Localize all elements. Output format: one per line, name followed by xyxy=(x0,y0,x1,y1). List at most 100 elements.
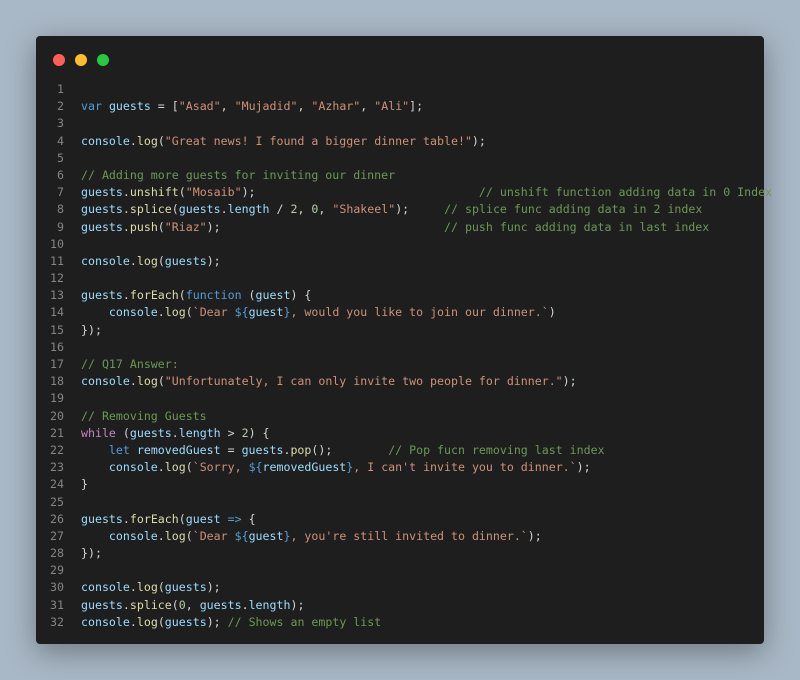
line-source: // Adding more guests for inviting our d… xyxy=(81,167,395,184)
code-token: ( xyxy=(157,614,165,629)
code-token: log xyxy=(164,460,186,475)
line-number: 18 xyxy=(50,374,64,389)
code-token: guests xyxy=(164,614,207,629)
code-token: ( xyxy=(157,580,165,595)
code-token: ); xyxy=(206,580,221,595)
code-token: ); xyxy=(562,374,577,389)
code-token: log xyxy=(136,580,158,595)
code-token: ( xyxy=(178,511,186,526)
code-token: . xyxy=(122,511,130,526)
line-number: 23 xyxy=(50,460,64,475)
code-token: ); xyxy=(290,597,305,612)
code-token: guests xyxy=(81,185,123,200)
code-token: console xyxy=(108,305,158,320)
code-token: guests xyxy=(164,253,207,268)
minimize-dot-icon[interactable] xyxy=(75,54,87,66)
code-line: 12 xyxy=(36,270,764,287)
code-token: ); xyxy=(241,185,479,200)
code-token: log xyxy=(136,253,158,268)
code-line: 13 guests.forEach(function (guest) { xyxy=(36,287,764,304)
line-number: 28 xyxy=(50,546,64,561)
line-number: 8 xyxy=(57,202,64,217)
code-token: ( xyxy=(115,425,130,440)
code-line: 32 console.log(guests); // Shows an empty… xyxy=(36,614,764,631)
code-token: ( xyxy=(185,528,193,543)
line-number: 13 xyxy=(50,288,64,303)
code-token: guests xyxy=(129,425,172,440)
line-number: 7 xyxy=(57,185,64,200)
line-source: guests.unshift("Mosaib"); // unshift fun… xyxy=(81,184,772,201)
line-number: 27 xyxy=(50,528,64,543)
code-token: // Pop fucn removing last index xyxy=(388,442,605,457)
line-number: 22 xyxy=(50,442,64,457)
code-token: ( xyxy=(171,202,179,217)
code-token: . xyxy=(122,288,130,303)
code-token: guests xyxy=(241,442,284,457)
line-number: 15 xyxy=(50,322,64,337)
line-number: 1 xyxy=(57,82,64,96)
code-token: // Q17 Answer: xyxy=(81,357,179,371)
line-source: console.log(guests); xyxy=(81,579,221,596)
line-number: 14 xyxy=(50,305,64,320)
code-line: 4 console.log("Great news! I found a bigg… xyxy=(36,133,764,150)
line-source: console.log(`Sorry, ${removedGuest}, I c… xyxy=(81,459,591,476)
code-token: log xyxy=(136,614,158,629)
code-line: 8 guests.splice(guests.length / 2, 0, "Sh… xyxy=(36,201,764,218)
line-number: 12 xyxy=(50,271,64,286)
code-token: console xyxy=(108,460,158,475)
code-token: , you're still invited to dinner.` xyxy=(290,528,528,543)
code-token: { xyxy=(241,511,256,526)
code-token: ( xyxy=(157,374,165,389)
code-token: ); xyxy=(206,253,221,268)
code-token: > xyxy=(220,425,242,440)
code-token: , xyxy=(185,597,200,612)
code-line: 10 xyxy=(36,236,764,253)
line-source: guests.push("Riaz"); // push func adding… xyxy=(81,219,709,236)
line-source: console.log(`Dear ${guest}, you're still… xyxy=(81,528,542,545)
code-line: 11 console.log(guests); xyxy=(36,253,764,270)
code-token: ( xyxy=(157,253,165,268)
line-source: guests.forEach(guest => { xyxy=(81,511,256,528)
code-line: 16 xyxy=(36,339,764,356)
code-line: 26 guests.forEach(guest => { xyxy=(36,511,764,528)
code-token: ) xyxy=(548,305,556,320)
line-number: 32 xyxy=(50,614,64,629)
code-token: console xyxy=(81,580,130,595)
line-number: 24 xyxy=(50,477,64,492)
code-token: . xyxy=(157,305,165,320)
code-token: , xyxy=(360,99,375,114)
code-token: // Removing Guests xyxy=(81,408,207,423)
code-token: ) { xyxy=(290,288,312,303)
maximize-dot-icon[interactable] xyxy=(97,54,109,66)
code-token: => xyxy=(227,511,242,526)
close-dot-icon[interactable] xyxy=(53,54,65,66)
line-number: 29 xyxy=(50,563,64,578)
code-token: `Dear xyxy=(192,528,235,543)
code-token: "Riaz" xyxy=(164,219,207,234)
code-token: . xyxy=(122,219,130,234)
code-token: guest xyxy=(248,305,284,320)
code-token: , xyxy=(297,99,312,114)
code-token: . xyxy=(157,460,165,475)
code-token: // splice func adding data in 2 index xyxy=(444,202,703,217)
code-token: ); xyxy=(395,202,445,217)
code-line: 19 xyxy=(36,390,764,407)
code-token: console xyxy=(81,133,130,148)
code-token: // Adding more guests for inviting our d… xyxy=(81,167,396,182)
code-token: removedGuest xyxy=(136,442,221,457)
line-source: console.log("Unfortunately, I can only i… xyxy=(81,373,577,390)
code-token: while xyxy=(81,425,116,440)
code-token: console xyxy=(81,614,130,629)
code-token: ]; xyxy=(409,99,424,114)
code-token: `Dear xyxy=(192,305,235,320)
code-line: 17 // Q17 Answer: xyxy=(36,356,764,373)
code-token: , xyxy=(297,202,312,217)
line-number: 4 xyxy=(57,133,64,148)
code-line: 21 while (guests.length > 2) { xyxy=(36,425,764,442)
line-number: 19 xyxy=(50,391,64,406)
code-token: . xyxy=(122,597,130,612)
code-token: . xyxy=(122,185,130,200)
